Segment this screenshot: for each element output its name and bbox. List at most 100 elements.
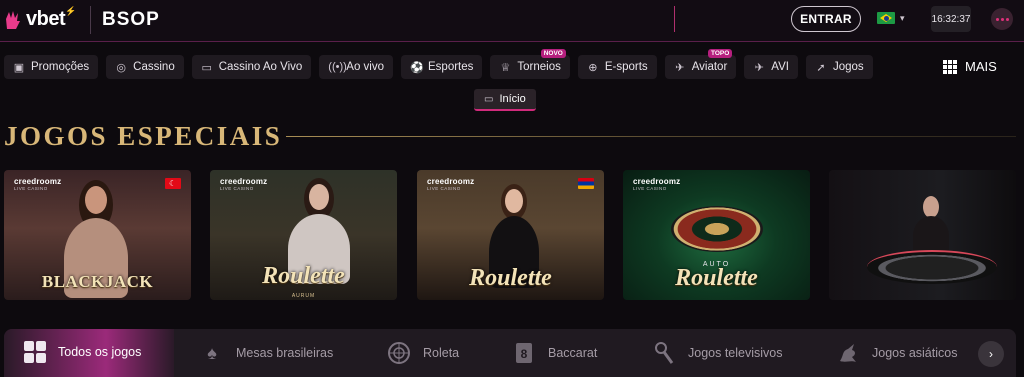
nav-item-aviator[interactable]: ✈ Aviator TOPO bbox=[664, 49, 737, 79]
category-label: Roleta bbox=[423, 346, 460, 360]
game-title: Roulette bbox=[469, 265, 552, 291]
more-label: MAIS bbox=[965, 59, 997, 74]
category-label: Mesas brasileiras bbox=[236, 346, 334, 360]
gift-icon: ▣ bbox=[13, 61, 25, 74]
chevron-right-icon: › bbox=[989, 347, 993, 361]
game-card[interactable] bbox=[829, 170, 1016, 300]
video-camera-icon: ▭ bbox=[484, 93, 494, 105]
live-broadcast-icon: ((•)) bbox=[328, 61, 347, 73]
dealer-face bbox=[505, 189, 523, 213]
svg-text:8: 8 bbox=[521, 347, 528, 361]
nav-item-avi[interactable]: ✈ AVI bbox=[744, 55, 798, 79]
soccer-ball-icon: ⚽ bbox=[410, 61, 424, 74]
category-label: Todos os jogos bbox=[58, 345, 142, 359]
roulette-table-image bbox=[867, 250, 997, 284]
game-title: Roulette bbox=[262, 263, 345, 289]
dealer-face bbox=[309, 184, 329, 210]
nav-label: Ao vivo bbox=[346, 61, 384, 73]
nav-label: Torneios bbox=[517, 61, 561, 73]
nav-label: AVI bbox=[771, 61, 789, 73]
airplane-icon: ✈ bbox=[675, 61, 685, 74]
armenia-flag-icon bbox=[578, 178, 594, 189]
provider-logo: creedroomz LIVE CASINO bbox=[14, 177, 62, 191]
roulette-wheel-image bbox=[671, 206, 763, 252]
game-card[interactable]: creedroomz LIVE CASINO AUTO Roulette bbox=[623, 170, 810, 300]
vbet-logo[interactable]: vbet ⚡ bbox=[4, 6, 77, 31]
logo-divider bbox=[90, 6, 91, 34]
dealer-face bbox=[923, 196, 939, 218]
nav-item-ao-vivo[interactable]: ((•)) Ao vivo bbox=[319, 55, 393, 79]
tab-inicio[interactable]: ▭ Início bbox=[474, 89, 536, 111]
brazil-flag-icon bbox=[877, 12, 895, 24]
provider-logo: creedroomz LIVE CASINO bbox=[633, 177, 681, 191]
dot-icon bbox=[1005, 17, 1009, 21]
partner-logo[interactable]: BSOP bbox=[102, 9, 160, 31]
category-bar: Todos os jogos ♠ Mesas brasileiras Rolet… bbox=[4, 329, 1016, 377]
nav-label: Jogos bbox=[832, 61, 864, 73]
dragon-icon bbox=[836, 341, 860, 365]
category-jogos-televisivos[interactable]: Jogos televisivos bbox=[652, 341, 783, 365]
title-divider bbox=[286, 136, 1016, 137]
rocket-icon: ➚ bbox=[816, 61, 826, 74]
nav-item-cassino-ao-vivo[interactable]: ▭ Cassino Ao Vivo bbox=[191, 55, 312, 79]
nav-item-promocoes[interactable]: ▣ Promoções bbox=[4, 55, 99, 79]
tab-label: Início bbox=[499, 93, 526, 105]
nav-item-esportes[interactable]: ⚽ Esportes bbox=[401, 55, 483, 79]
turkey-flag-icon: ☾ bbox=[165, 178, 181, 189]
main-nav: ▣ Promoções ◎ Cassino ▭ Cassino Ao Vivo … bbox=[4, 49, 873, 79]
nav-label: E-sports bbox=[604, 61, 648, 73]
plane-icon: ✈ bbox=[754, 61, 764, 74]
casino-chip-icon: ◎ bbox=[116, 61, 126, 74]
more-options-button[interactable] bbox=[991, 8, 1013, 30]
section-title: JOGOS ESPECIAIS bbox=[4, 121, 283, 151]
tiles-icon bbox=[24, 341, 46, 363]
microphone-icon bbox=[652, 341, 676, 365]
game-card[interactable]: creedroomz LIVE CASINO Roulette AURUM bbox=[210, 170, 397, 300]
category-label: Jogos asiáticos bbox=[872, 346, 958, 360]
grid-icon bbox=[943, 59, 957, 74]
chevron-down-icon: ▾ bbox=[900, 12, 905, 23]
provider-logo: creedroomz LIVE CASINO bbox=[220, 177, 268, 191]
provider-logo: creedroomz LIVE CASINO bbox=[427, 177, 475, 191]
logo-bolt: ⚡ bbox=[65, 6, 77, 16]
language-selector[interactable]: ▾ bbox=[877, 12, 905, 24]
nav-label: Esportes bbox=[428, 61, 474, 73]
nav-item-torneios[interactable]: ♕ Torneios NOVO bbox=[490, 49, 570, 79]
nav-label: Promoções bbox=[31, 61, 90, 73]
category-todos-os-jogos[interactable]: Todos os jogos bbox=[24, 341, 141, 363]
new-badge: NOVO bbox=[540, 49, 566, 58]
more-menu-button[interactable]: MAIS bbox=[943, 59, 997, 74]
gamepad-icon: ⊕ bbox=[588, 61, 598, 74]
game-subtitle: AURUM bbox=[291, 293, 316, 299]
nav-label: Cassino bbox=[133, 61, 175, 73]
category-label: Baccarat bbox=[548, 346, 598, 360]
category-baccarat[interactable]: 8 Baccarat bbox=[512, 341, 597, 365]
card-8-icon: 8 bbox=[512, 341, 536, 365]
vbet-hand-icon bbox=[6, 10, 20, 29]
login-button[interactable]: ENTRAR bbox=[791, 6, 861, 32]
roulette-wheel-icon bbox=[387, 341, 411, 365]
category-label: Jogos televisivos bbox=[688, 346, 783, 360]
top-badge: TOPO bbox=[707, 49, 733, 58]
category-mesas-brasileiras[interactable]: ♠ Mesas brasileiras bbox=[200, 341, 333, 365]
nav-item-esports[interactable]: ⊕ E-sports bbox=[577, 55, 657, 79]
trophy-icon: ♕ bbox=[500, 61, 511, 74]
dealer-face bbox=[85, 186, 107, 214]
header-divider bbox=[674, 6, 675, 32]
game-card[interactable]: creedroomz LIVE CASINO Roulette bbox=[417, 170, 604, 300]
dot-icon bbox=[1000, 17, 1004, 21]
category-jogos-asiaticos[interactable]: Jogos asiáticos bbox=[836, 341, 957, 365]
spade-icon: ♠ bbox=[207, 342, 217, 363]
game-title: BLACKJACK bbox=[41, 272, 154, 291]
nav-label: Aviator bbox=[691, 61, 728, 73]
game-title: Roulette bbox=[675, 265, 758, 291]
nav-label: Cassino Ao Vivo bbox=[218, 61, 303, 73]
game-card[interactable]: creedroomz LIVE CASINO ☾ BLACKJACK bbox=[4, 170, 191, 300]
nav-item-jogos[interactable]: ➚ Jogos bbox=[805, 55, 873, 79]
logo-text: vbet bbox=[26, 8, 66, 30]
clock: 16:32:37 bbox=[931, 6, 971, 32]
category-roleta[interactable]: Roleta bbox=[387, 341, 459, 365]
nav-item-cassino[interactable]: ◎ Cassino bbox=[106, 55, 184, 79]
dot-icon bbox=[995, 17, 999, 21]
scroll-right-button[interactable]: › bbox=[978, 341, 1004, 367]
